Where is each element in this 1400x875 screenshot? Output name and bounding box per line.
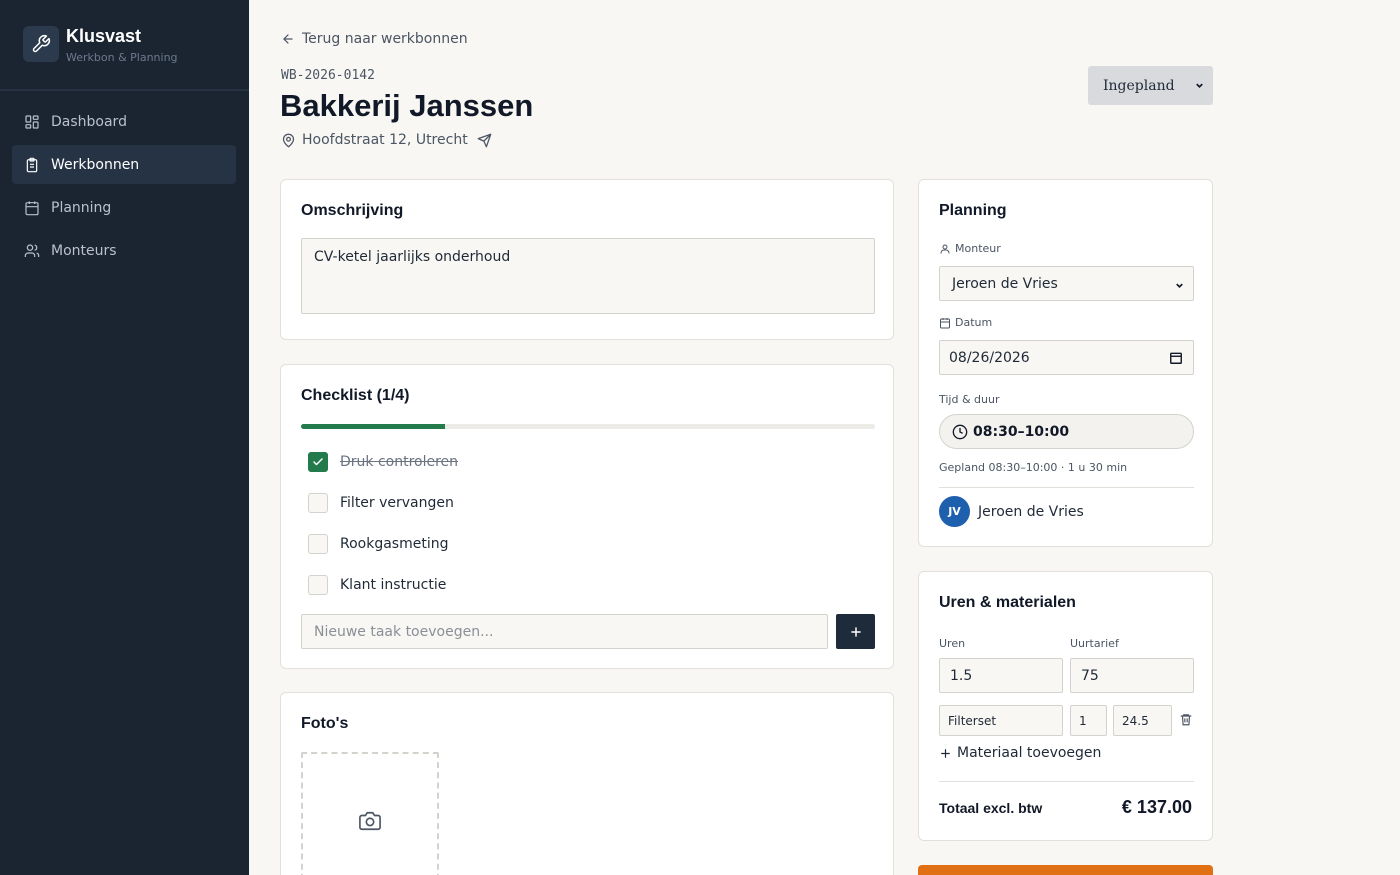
description-textarea[interactable]: CV-ketel jaarlijks onderhoud xyxy=(301,238,875,314)
hours-label: Uren xyxy=(939,637,966,650)
clock-icon xyxy=(952,424,968,439)
total-value: € 137.00 xyxy=(1121,797,1192,817)
description-card: Omschrijving CV-ketel jaarlijks onderhou… xyxy=(280,179,894,340)
hours-title: Uren & materialen xyxy=(939,594,1076,611)
back-link-label: Terug naar werkbonnen xyxy=(302,31,468,47)
nav-item-label: Planning xyxy=(51,199,112,216)
checklist-item-label: Rookgasmeting xyxy=(340,536,449,552)
back-link[interactable]: Terug naar werkbonnen xyxy=(281,31,468,47)
planning-divider xyxy=(939,487,1194,488)
sidebar: Klusvast Werkbon & Planning Dashboard We… xyxy=(0,0,249,875)
planning-card: Planning Monteur Jeroen de Vries Datum 0… xyxy=(918,179,1213,547)
checkbox[interactable] xyxy=(308,534,328,554)
trash-icon[interactable] xyxy=(1179,712,1193,727)
new-task-input[interactable] xyxy=(301,614,828,649)
description-title: Omschrijving xyxy=(301,202,404,219)
material-price-input[interactable]: 24.5 xyxy=(1113,705,1172,736)
checklist-item[interactable]: Filter vervangen xyxy=(308,493,454,513)
checklist-item-label: Druk controleren xyxy=(340,454,459,470)
date-value: 08/26/2026 xyxy=(949,349,1030,366)
planning-title: Planning xyxy=(939,202,1007,219)
date-input[interactable]: 08/26/2026 xyxy=(939,340,1194,375)
nav-item-label: Dashboard xyxy=(51,113,127,130)
grid-icon xyxy=(25,114,39,129)
date-label: Datum xyxy=(939,316,992,329)
hours-materials-card: Uren & materialen Uren Uurtarief 1.5 75 … xyxy=(918,571,1213,841)
time-label: Tijd & duur xyxy=(939,393,1000,406)
camera-icon xyxy=(359,811,381,831)
planning-summary: Gepland 08:30–10:00 · 1 u 30 min xyxy=(939,461,1128,474)
mechanic-select[interactable]: Jeroen de Vries xyxy=(939,266,1194,301)
address-text: Hoofdstraat 12, Utrecht xyxy=(302,132,468,148)
hours-divider xyxy=(939,781,1194,782)
sidebar-divider xyxy=(0,89,249,91)
photo-upload-area[interactable] xyxy=(301,752,439,875)
add-task-button[interactable] xyxy=(836,614,875,649)
checklist-title: Checklist (1/4) xyxy=(301,387,410,404)
page-title: Bakkerij Janssen xyxy=(280,88,534,123)
plus-icon xyxy=(850,626,861,637)
work-order-number: WB-2026-0142 xyxy=(281,68,375,83)
mechanic-value: Jeroen de Vries xyxy=(952,275,1058,292)
nav-item-werkbonnen[interactable]: Werkbonnen xyxy=(12,145,236,184)
mechanic-label-text: Monteur xyxy=(955,242,1001,255)
calendar-icon xyxy=(940,317,950,328)
total-label: Totaal excl. btw xyxy=(939,800,1043,816)
time-value: 08:30–10:00 xyxy=(973,423,1070,440)
add-material-label: Materiaal toevoegen xyxy=(957,745,1102,761)
brand-subtitle: Werkbon & Planning xyxy=(66,51,178,64)
navigation-icon[interactable] xyxy=(477,133,492,148)
checklist-progress-bar xyxy=(301,424,875,429)
users-icon xyxy=(24,243,40,257)
material-qty-input[interactable]: 1 xyxy=(1070,705,1107,736)
checklist-progress-fill xyxy=(301,424,445,429)
calendar-icon xyxy=(25,200,39,215)
address: Hoofdstraat 12, Utrecht xyxy=(281,132,492,148)
checkbox[interactable] xyxy=(308,493,328,513)
assignee: JV Jeroen de Vries xyxy=(939,496,1084,527)
chevron-down-icon xyxy=(1196,83,1203,89)
checklist-item-label: Klant instructie xyxy=(340,577,447,593)
rate-label: Uurtarief xyxy=(1070,637,1119,650)
add-material-button[interactable]: Materiaal toevoegen xyxy=(939,745,1101,761)
checkbox[interactable] xyxy=(308,575,328,595)
checklist-item-label: Filter vervangen xyxy=(340,495,454,511)
hours-input[interactable]: 1.5 xyxy=(939,658,1063,693)
wrench-icon xyxy=(23,26,59,62)
clipboard-icon xyxy=(26,157,38,172)
check-icon xyxy=(313,458,323,466)
user-icon xyxy=(940,244,950,253)
brand-name: Klusvast xyxy=(66,26,142,46)
material-name-input[interactable]: Filterset xyxy=(939,705,1063,736)
avatar: JV xyxy=(939,496,970,527)
plus-icon xyxy=(941,748,950,758)
rate-input[interactable]: 75 xyxy=(1070,658,1194,693)
date-label-text: Datum xyxy=(955,316,993,329)
checklist-item[interactable]: Klant instructie xyxy=(308,575,446,595)
brand[interactable]: Klusvast Werkbon & Planning xyxy=(23,26,178,65)
photos-card: Foto's xyxy=(280,692,894,875)
checklist-item[interactable]: Rookgasmeting xyxy=(308,534,449,554)
mechanic-label: Monteur xyxy=(939,242,1001,255)
calendar-picker-icon[interactable] xyxy=(1169,351,1183,365)
checklist-card: Checklist (1/4) Druk controleren Filter … xyxy=(280,364,894,669)
assignee-name: Jeroen de Vries xyxy=(978,503,1084,520)
nav-item-dashboard[interactable]: Dashboard xyxy=(12,102,236,141)
nav-item-label: Monteurs xyxy=(51,242,117,259)
nav-item-planning[interactable]: Planning xyxy=(12,188,236,227)
time-duration-field[interactable]: 08:30–10:00 xyxy=(939,414,1194,449)
photos-title: Foto's xyxy=(301,715,349,732)
status-select[interactable]: Ingepland xyxy=(1088,66,1213,105)
arrow-left-icon xyxy=(283,34,293,44)
nav-item-monteurs[interactable]: Monteurs xyxy=(12,231,236,270)
chevron-down-icon xyxy=(1176,283,1183,289)
primary-action-button[interactable] xyxy=(918,865,1213,875)
status-value: Ingepland xyxy=(1103,77,1175,94)
map-pin-icon xyxy=(282,133,295,148)
nav-item-label: Werkbonnen xyxy=(51,156,140,173)
checklist-item[interactable]: Druk controleren xyxy=(308,452,458,472)
checkbox-checked[interactable] xyxy=(308,452,328,472)
main-nav: Dashboard Werkbonnen Planning Monteurs xyxy=(12,102,236,274)
